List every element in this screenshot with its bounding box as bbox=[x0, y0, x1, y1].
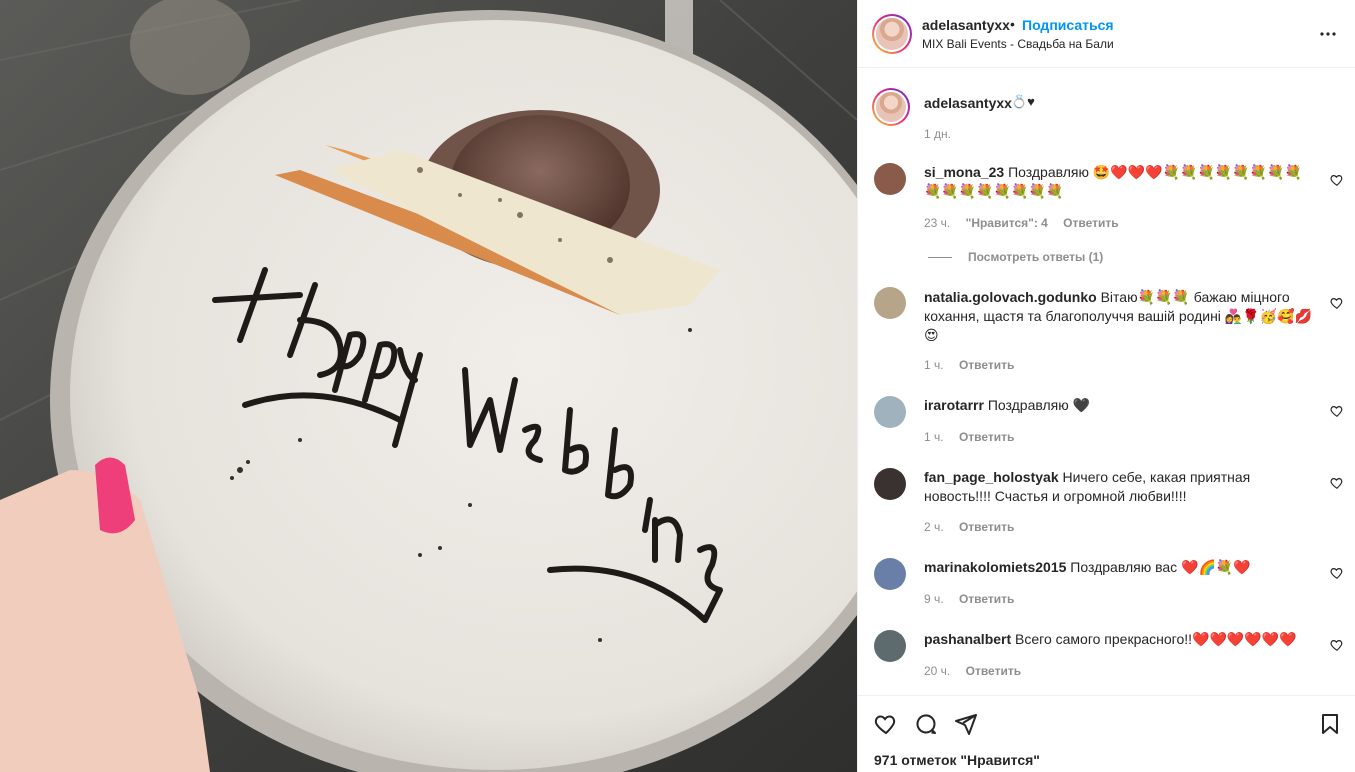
comment-body: Всего самого прекрасного!!❤️❤️❤️❤️❤️❤️ bbox=[1015, 631, 1297, 647]
heart-icon[interactable] bbox=[1330, 404, 1344, 418]
comment-time: 2 ч. bbox=[924, 520, 944, 534]
comment-text: natalia.golovach.godunko Вітаю💐💐💐 бажаю … bbox=[924, 288, 1314, 345]
heart-icon[interactable] bbox=[1330, 173, 1344, 187]
comment-time: 23 ч. bbox=[924, 216, 951, 230]
caption-text: 💍♥ bbox=[1011, 94, 1035, 109]
comment-username[interactable]: si_mona_23 bbox=[924, 164, 1004, 180]
comment-text: fan_page_holostyak Ничего себе, какая пр… bbox=[924, 468, 1314, 506]
post-location[interactable]: MIX Bali Events - Свадьба на Бали bbox=[922, 37, 1114, 51]
post-header: adelasantyxx • Подписаться MIX Bali Even… bbox=[858, 0, 1355, 68]
heart-icon[interactable] bbox=[1330, 566, 1344, 580]
comment-likes-count[interactable]: "Нравится": 4 bbox=[966, 216, 1048, 230]
commenter-avatar[interactable] bbox=[874, 558, 906, 590]
comment-username[interactable]: pashanalbert bbox=[924, 631, 1011, 647]
comment-username[interactable]: natalia.golovach.godunko bbox=[924, 289, 1097, 305]
reply-button[interactable]: Ответить bbox=[959, 430, 1014, 444]
comment-icon[interactable] bbox=[914, 712, 938, 736]
comment-time: 20 ч. bbox=[924, 664, 951, 678]
commenter-avatar[interactable] bbox=[874, 396, 906, 428]
reply-button[interactable]: Ответить bbox=[959, 358, 1014, 372]
comment-time: 1 ч. bbox=[924, 358, 944, 372]
reply-button[interactable]: Ответить bbox=[959, 592, 1014, 606]
comment-meta: 9 ч. Ответить bbox=[924, 592, 1026, 606]
commenter-avatar[interactable] bbox=[874, 163, 906, 195]
heart-icon[interactable] bbox=[1330, 476, 1344, 490]
comment-meta: 2 ч. Ответить bbox=[924, 520, 1026, 534]
reply-button[interactable]: Ответить bbox=[1063, 216, 1118, 230]
caption-username[interactable]: adelasantyxx bbox=[924, 95, 1012, 111]
replies-divider bbox=[928, 257, 952, 259]
commenter-avatar[interactable] bbox=[874, 630, 906, 662]
view-replies-button[interactable]: Посмотреть ответы (1) bbox=[928, 250, 1103, 264]
comment-username[interactable]: irarotarrr bbox=[924, 397, 984, 413]
comment-username[interactable]: marinakolomiets2015 bbox=[924, 559, 1066, 575]
comment-text: pashanalbert Всего самого прекрасного!!❤… bbox=[924, 630, 1314, 649]
post-actions: 971 отметок "Нравится" bbox=[858, 695, 1355, 772]
reply-button[interactable]: Ответить bbox=[966, 664, 1021, 678]
comment-time: 1 ч. bbox=[924, 430, 944, 444]
post-photo bbox=[0, 0, 857, 772]
separator-dot: • bbox=[1010, 16, 1015, 32]
post-sidebar: adelasantyxx • Подписаться MIX Bali Even… bbox=[857, 0, 1355, 772]
share-icon[interactable] bbox=[954, 712, 978, 736]
commenter-avatar[interactable] bbox=[874, 468, 906, 500]
author-username[interactable]: adelasantyxx bbox=[922, 17, 1010, 33]
comment-body: Поздравляю 🖤 bbox=[987, 397, 1091, 413]
view-replies-label[interactable]: Посмотреть ответы (1) bbox=[968, 250, 1103, 264]
comment-username[interactable]: fan_page_holostyak bbox=[924, 469, 1059, 485]
heart-icon[interactable] bbox=[874, 712, 898, 736]
bookmark-icon[interactable] bbox=[1318, 712, 1342, 736]
comment-body: Поздравляю вас ❤️🌈💐❤️ bbox=[1070, 559, 1251, 575]
comment-text: irarotarrr Поздравляю 🖤 bbox=[924, 396, 1314, 415]
comments-list[interactable]: adelasantyxx 💍♥ 1 дн. si_mona_23 Поздрав… bbox=[858, 69, 1355, 695]
caption-time: 1 дн. bbox=[924, 127, 951, 141]
commenter-avatar[interactable] bbox=[874, 287, 906, 319]
heart-icon[interactable] bbox=[1330, 638, 1344, 652]
comment-meta: 23 ч. "Нравится": 4 Ответить bbox=[924, 216, 1131, 230]
author-avatar[interactable] bbox=[872, 14, 912, 54]
caption-avatar[interactable] bbox=[872, 88, 910, 126]
comment-time: 9 ч. bbox=[924, 592, 944, 606]
comment-text: si_mona_23 Поздравляю 🤩❤️❤️❤️💐💐💐💐💐💐💐💐💐💐💐… bbox=[924, 163, 1314, 201]
follow-button[interactable]: Подписаться bbox=[1022, 17, 1114, 33]
comment-meta: 1 ч. Ответить bbox=[924, 430, 1026, 444]
likes-count[interactable]: 971 отметок "Нравится" bbox=[874, 752, 1040, 768]
photo-illustration bbox=[0, 0, 857, 772]
comment-meta: 1 ч. Ответить bbox=[924, 358, 1026, 372]
more-options-icon[interactable] bbox=[1318, 24, 1338, 44]
heart-icon[interactable] bbox=[1330, 296, 1344, 310]
reply-button[interactable]: Ответить bbox=[959, 520, 1014, 534]
comment-text: marinakolomiets2015 Поздравляю вас ❤️🌈💐❤… bbox=[924, 558, 1314, 577]
comment-meta: 20 ч. Ответить bbox=[924, 664, 1033, 678]
